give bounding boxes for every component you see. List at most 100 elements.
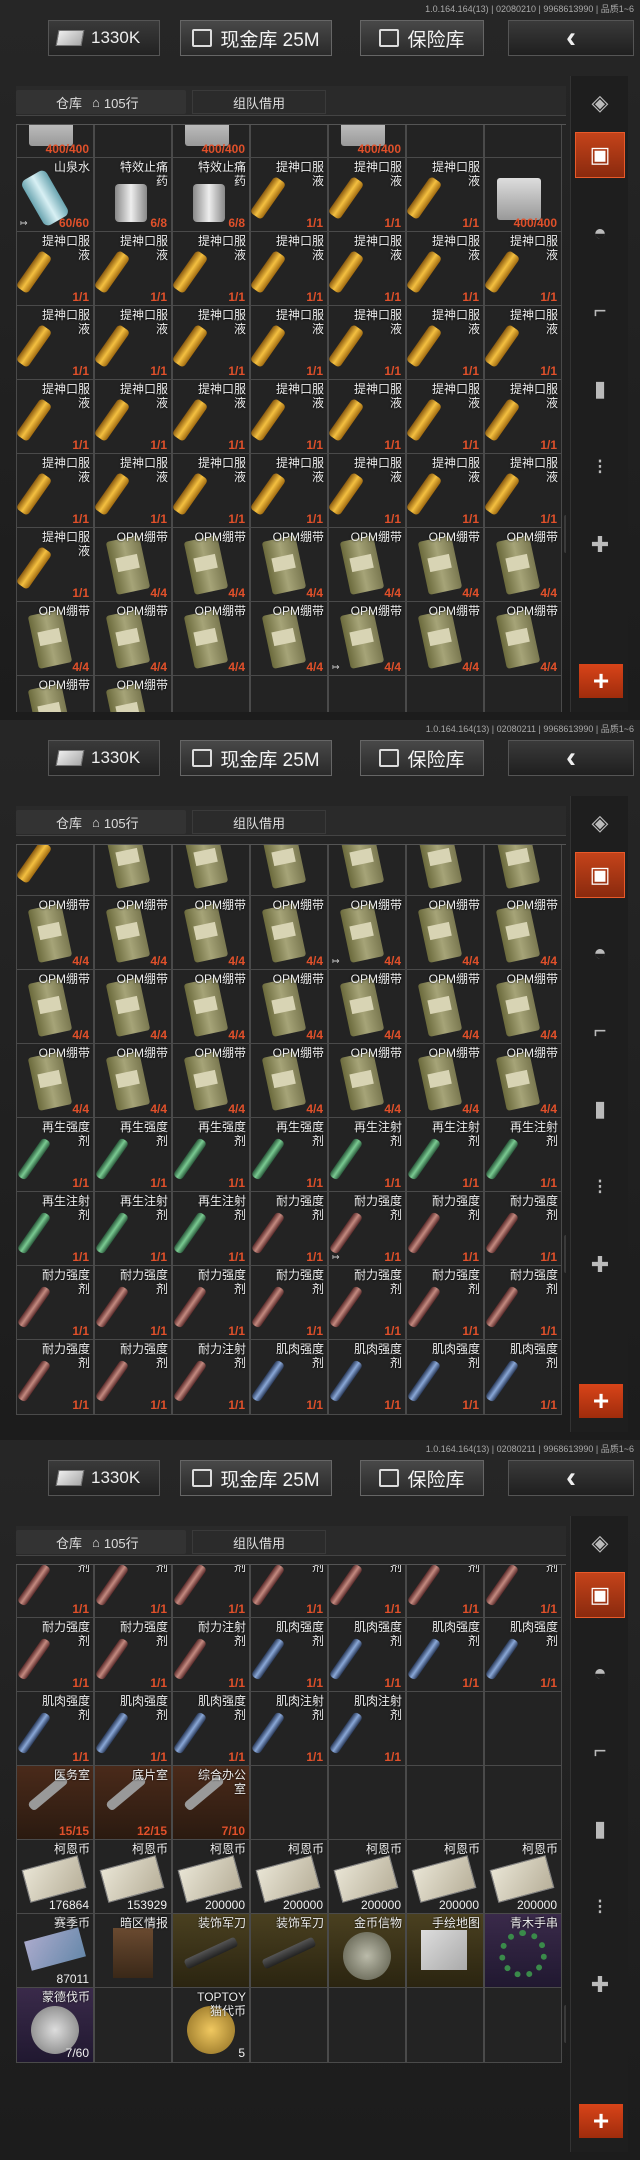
item-slot[interactable]: [484, 845, 562, 897]
item-slot[interactable]: OPM绷带: [94, 675, 172, 712]
item-slot[interactable]: OPM绷带 4/4: [16, 601, 94, 677]
item-slot[interactable]: OPM绷带 4/4: [406, 895, 484, 971]
item-slot[interactable]: 再生强度剂 1/1: [172, 1117, 250, 1193]
item-slot[interactable]: 提神口服液 1/1: [250, 305, 328, 381]
item-slot[interactable]: 金币信物: [328, 1913, 406, 1989]
item-slot[interactable]: 肌肉强度剂 1/1: [250, 1617, 328, 1693]
item-slot[interactable]: OPM绷带 4/4: [250, 895, 328, 971]
add-button[interactable]: +: [579, 664, 623, 698]
item-slot[interactable]: OPM绷带 4/4: [250, 527, 328, 603]
item-slot[interactable]: 提神口服液 1/1: [250, 157, 328, 233]
tab-warehouse[interactable]: 仓库 ⌂ 105行: [16, 1530, 186, 1554]
item-slot[interactable]: 再生注射剂 1/1: [16, 1191, 94, 1267]
item-slot[interactable]: 耐力强度剂 1/1: [94, 1617, 172, 1693]
back-button[interactable]: ‹: [508, 20, 634, 56]
item-slot[interactable]: 装饰军刀: [250, 1913, 328, 1989]
item-slot[interactable]: 肌肉强度剂 1/1: [406, 1339, 484, 1415]
item-slot[interactable]: 提神口服液 1/1: [484, 453, 562, 529]
item-slot[interactable]: OPM绷带 4/4: [484, 1043, 562, 1119]
item-slot[interactable]: 耐力强度剂 1/1: [94, 1265, 172, 1341]
item-slot[interactable]: OPM绷带 4/4: [172, 1043, 250, 1119]
item-slot[interactable]: [250, 845, 328, 897]
item-slot[interactable]: OPM绷带 4/4: [94, 895, 172, 971]
item-slot[interactable]: 肌肉强度剂 1/1: [484, 1617, 562, 1693]
item-slot[interactable]: 再生注射剂 1/1: [484, 1117, 562, 1193]
tab-team-borrow[interactable]: 组队借用: [192, 810, 326, 834]
item-slot[interactable]: 提神口服液 1/1: [172, 379, 250, 455]
selected-bag-icon[interactable]: ▣: [575, 1572, 625, 1618]
item-slot[interactable]: 提神口服液 1/1: [328, 379, 406, 455]
item-slot[interactable]: 耐力强度剂 1/1: [484, 1191, 562, 1267]
item-slot[interactable]: 提神口服液 1/1: [250, 231, 328, 307]
gear-icon[interactable]: ✚: [575, 1242, 625, 1288]
item-slot[interactable]: 提神口服液 1/1: [484, 379, 562, 455]
item-slot[interactable]: OPM绷带 4/4: [484, 527, 562, 603]
item-slot[interactable]: 耐力强度剂 1/1: [172, 1565, 250, 1619]
item-slot[interactable]: OPM绷带 4/4: [16, 895, 94, 971]
item-slot[interactable]: 提神口服液 1/1: [328, 231, 406, 307]
tab-warehouse[interactable]: 仓库 ⌂ 105行: [16, 90, 186, 114]
item-slot[interactable]: 特效止痛药 6/8: [94, 157, 172, 233]
item-slot[interactable]: 提神口服液 1/1: [406, 231, 484, 307]
item-slot[interactable]: 再生注射剂 1/1: [328, 1117, 406, 1193]
item-slot[interactable]: 400/400: [328, 125, 406, 159]
add-button[interactable]: +: [579, 2104, 623, 2138]
item-slot[interactable]: 提神口服液 1/1: [94, 231, 172, 307]
item-slot[interactable]: 耐力强度剂 1/1: [16, 1339, 94, 1415]
item-slot[interactable]: 柯恩币 200000: [484, 1839, 562, 1915]
gear-icon[interactable]: ✚: [575, 522, 625, 568]
item-slot[interactable]: 柯恩币 200000: [250, 1839, 328, 1915]
item-slot[interactable]: 再生强度剂 1/1: [16, 1117, 94, 1193]
item-slot[interactable]: 耐力强度剂 1/1: [94, 1565, 172, 1619]
item-slot[interactable]: 山泉水 60/60 ↦: [16, 157, 94, 233]
item-slot[interactable]: 提神口服液 1/1: [328, 305, 406, 381]
item-slot[interactable]: 提神口服液 1/1: [16, 305, 94, 381]
item-slot[interactable]: 提神口服液 1/1: [484, 305, 562, 381]
item-slot[interactable]: OPM绷带 4/4: [172, 969, 250, 1045]
magazine-icon[interactable]: ▮: [575, 1086, 625, 1132]
item-slot[interactable]: OPM绷带 4/4: [484, 895, 562, 971]
stack-icon[interactable]: ◈: [575, 80, 625, 126]
item-slot[interactable]: 装饰军刀: [172, 1913, 250, 1989]
item-slot[interactable]: 耐力强度剂 1/1: [250, 1265, 328, 1341]
item-slot[interactable]: OPM绷带 4/4: [94, 1043, 172, 1119]
item-slot[interactable]: 耐力强度剂 1/1: [172, 1265, 250, 1341]
item-slot[interactable]: OPM绷带: [16, 675, 94, 712]
item-slot[interactable]: [406, 845, 484, 897]
item-slot[interactable]: TOPTOY 猫代币 5: [172, 1987, 250, 2063]
item-slot[interactable]: 提神口服液 1/1: [484, 231, 562, 307]
item-slot[interactable]: 提神口服液 1/1: [16, 453, 94, 529]
item-slot[interactable]: OPM绷带 4/4: [94, 969, 172, 1045]
item-slot[interactable]: 肌肉强度剂 1/1: [172, 1691, 250, 1767]
item-slot[interactable]: 赛季币 87011: [16, 1913, 94, 1989]
item-slot[interactable]: 提神口服液 1/1: [406, 157, 484, 233]
item-slot[interactable]: 柯恩币 176864: [16, 1839, 94, 1915]
rifle-icon[interactable]: ⌐: [575, 1008, 625, 1054]
rifle-icon[interactable]: ⌐: [575, 288, 625, 334]
item-slot[interactable]: 耐力强度剂 1/1: [406, 1565, 484, 1619]
selected-bag-icon[interactable]: ▣: [575, 852, 625, 898]
item-slot[interactable]: OPM绷带 4/4: [328, 527, 406, 603]
helmet-icon[interactable]: ◓: [575, 210, 625, 256]
item-slot[interactable]: 肌肉强度剂 1/1: [328, 1339, 406, 1415]
item-slot[interactable]: 肌肉强度剂 1/1: [328, 1617, 406, 1693]
item-slot[interactable]: 400/400: [484, 157, 562, 233]
item-slot[interactable]: 提神口服液 1/1: [406, 453, 484, 529]
item-slot[interactable]: 提神口服液 1/1: [172, 453, 250, 529]
item-slot[interactable]: 提神口服液 1/1: [328, 453, 406, 529]
magazine-icon[interactable]: ▮: [575, 1806, 625, 1852]
item-slot[interactable]: OPM绷带 4/4: [16, 1043, 94, 1119]
item-slot[interactable]: OPM绷带 4/4 ↦: [328, 895, 406, 971]
item-slot[interactable]: 特效止痛药 6/8: [172, 157, 250, 233]
item-slot[interactable]: 提神口服液 1/1: [172, 305, 250, 381]
selected-bag-icon[interactable]: ▣: [575, 132, 625, 178]
item-slot[interactable]: 耐力强度剂 1/1: [16, 1565, 94, 1619]
item-slot[interactable]: 再生注射剂 1/1: [172, 1191, 250, 1267]
item-slot[interactable]: 400/400: [172, 125, 250, 159]
item-slot[interactable]: 耐力强度剂 1/1: [484, 1565, 562, 1619]
item-slot[interactable]: 提神口服液 1/1: [406, 379, 484, 455]
item-slot[interactable]: 耐力注射剂 1/1: [172, 1617, 250, 1693]
item-slot[interactable]: 提神口服液 1/1: [172, 231, 250, 307]
item-slot[interactable]: [172, 845, 250, 897]
item-slot[interactable]: 耐力强度剂 1/1: [16, 1617, 94, 1693]
